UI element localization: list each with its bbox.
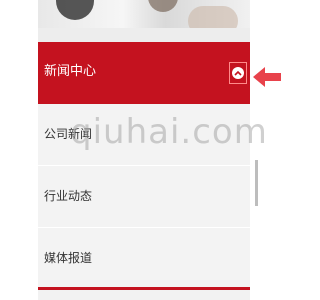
chevron-up-icon xyxy=(232,67,244,79)
dropdown-menu: 新闻中心 公司新闻 行业动态 媒体报道 xyxy=(38,42,250,300)
screen: 新闻中心 公司新闻 行业动态 媒体报道 qiuhai.com xyxy=(0,0,300,300)
scrollbar-thumb[interactable] xyxy=(255,160,258,206)
menu-item-label: 媒体报道 xyxy=(44,251,93,265)
menu-bottom-divider xyxy=(38,287,250,290)
menu-header-label: 新闻中心 xyxy=(44,64,97,79)
menu-item-industry-news[interactable]: 行业动态 xyxy=(38,166,250,228)
menu-item-label: 行业动态 xyxy=(44,189,93,203)
menu-item-media-reports[interactable]: 媒体报道 xyxy=(38,228,250,290)
arrow-left-icon xyxy=(252,65,282,89)
menu-header-news-center[interactable]: 新闻中心 xyxy=(38,42,250,104)
banner-image xyxy=(38,0,250,42)
collapse-toggle-button[interactable] xyxy=(229,62,247,84)
watermark-text: qiuhai.com xyxy=(70,112,268,152)
